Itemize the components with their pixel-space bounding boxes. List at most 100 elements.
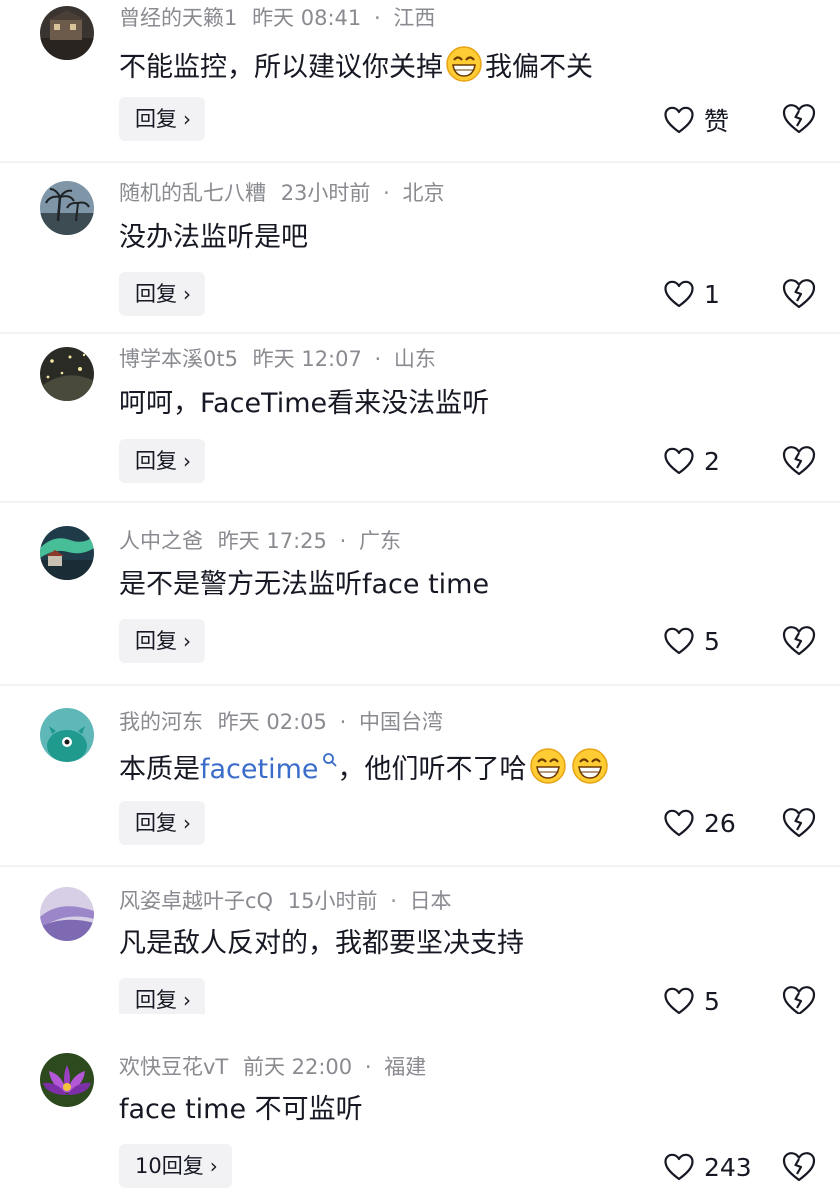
comment-text-part: 不能监控，所以建议你关掉 (119, 52, 443, 83)
username[interactable]: 曾经的天籁1 (119, 6, 237, 30)
comment-text-part: 没办法监听是吧 (119, 222, 308, 253)
night-house-avatar-icon (40, 6, 94, 60)
reply-button[interactable]: 回复 › (119, 272, 205, 316)
divider (0, 161, 840, 163)
comment-time: 昨天 12:07 (252, 347, 362, 371)
broken-heart-icon[interactable] (782, 985, 816, 1017)
comment-text: 呵呵，FaceTime看来没法监听 (119, 385, 489, 423)
username[interactable]: 人中之爸 (119, 529, 203, 553)
username[interactable]: 欢快豆花vT (119, 1055, 228, 1079)
palm-beach-avatar-icon (40, 181, 94, 235)
reply-button[interactable]: 回复 › (119, 619, 205, 663)
comment-time: 前天 22:00 (242, 1055, 353, 1079)
like-count: 1 (704, 279, 720, 309)
comment-text-part: 我偏不关 (485, 52, 593, 83)
meta-separator: · (339, 710, 347, 734)
comment-meta: 随机的乱七八糟 23小时前 · 北京 (119, 179, 444, 207)
comment-meta: 我的河东 昨天 02:05 · 中国台湾 (119, 708, 443, 736)
heart-icon (664, 1153, 694, 1181)
lotus-flower-avatar-icon (40, 1053, 94, 1107)
grin-emoji-icon (529, 748, 566, 784)
comment-text: 不能监控，所以建议你关掉 我偏不关 (119, 45, 593, 87)
like-count: 5 (704, 986, 720, 1016)
heart-icon (664, 447, 694, 475)
comment-text: 本质是facetime ，他们听不了哈 (119, 747, 611, 789)
comment-text: 是不是警方无法监听face time (119, 566, 489, 604)
broken-heart-icon[interactable] (782, 625, 816, 657)
avatar[interactable] (40, 526, 94, 580)
chevron-right-icon: › (183, 629, 191, 653)
username[interactable]: 博学本溪0t5 (119, 347, 238, 371)
like-button[interactable]: 5 (664, 621, 720, 661)
broken-heart-icon[interactable] (782, 278, 816, 310)
chevron-right-icon: › (183, 811, 191, 835)
aurora-avatar-icon (40, 526, 94, 580)
comment-text: 没办法监听是吧 (119, 219, 308, 257)
divider (0, 684, 840, 686)
comment-text: face time 不可监听 (119, 1091, 363, 1129)
chevron-right-icon: › (209, 1154, 218, 1178)
comment-time: 昨天 08:41 (252, 6, 362, 30)
broken-heart-icon[interactable] (782, 103, 816, 135)
like-button[interactable]: 243 (664, 1147, 752, 1187)
divider (0, 865, 840, 867)
comment-text: 凡是敌人反对的，我都要坚决支持 (119, 925, 524, 963)
avatar[interactable] (40, 708, 94, 762)
comment-meta: 博学本溪0t5 昨天 12:07 · 山东 (119, 345, 436, 373)
heart-icon (664, 627, 694, 655)
reply-label: 回复 (135, 107, 177, 131)
like-count: 243 (704, 1152, 752, 1182)
heart-icon (664, 809, 694, 837)
broken-heart-icon[interactable] (782, 807, 816, 839)
search-icon[interactable] (322, 752, 338, 768)
comment-location: 山东 (393, 347, 436, 371)
comment-meta: 欢快豆花vT 前天 22:00 · 福建 (119, 1053, 426, 1081)
broken-heart-icon[interactable] (782, 445, 816, 477)
like-button[interactable]: 1 (664, 274, 720, 314)
comment-time: 23小时前 (280, 181, 371, 205)
avatar[interactable] (40, 887, 94, 941)
comment-location: 北京 (402, 181, 445, 205)
comment-text-part: 呵呵，FaceTime看来没法监听 (119, 388, 490, 419)
avatar[interactable] (40, 6, 94, 60)
comment-time: 15小时前 (287, 889, 378, 913)
chevron-right-icon: › (183, 282, 191, 306)
like-button[interactable]: 赞 (664, 100, 729, 140)
avatar[interactable] (40, 181, 94, 235)
avatar[interactable] (40, 347, 94, 401)
like-button[interactable]: 26 (664, 803, 736, 843)
meta-separator: · (374, 347, 382, 371)
comment-meta: 曾经的天籁1 昨天 08:41 · 江西 (119, 4, 435, 32)
comment-text-part: 本质是 (119, 754, 200, 785)
screenshot-seam (0, 1014, 840, 1044)
heart-icon (664, 987, 694, 1015)
search-link[interactable]: facetime (200, 754, 319, 785)
reply-label: 回复 (135, 449, 177, 473)
reply-button[interactable]: 10回复 › (119, 1144, 232, 1188)
purple-wave-avatar-icon (40, 887, 94, 941)
reply-button[interactable]: 回复 › (119, 801, 205, 845)
like-count: 赞 (704, 107, 730, 136)
username[interactable]: 我的河东 (119, 710, 203, 734)
comment-location: 日本 (409, 889, 452, 913)
comment-location: 江西 (393, 6, 436, 30)
username[interactable]: 随机的乱七八糟 (119, 181, 266, 205)
comment-time: 昨天 02:05 (217, 710, 327, 734)
meta-separator: · (364, 1055, 372, 1079)
comment-text-part: ，他们听不了哈 (337, 754, 527, 785)
divider (0, 332, 840, 334)
like-count: 26 (704, 808, 736, 838)
broken-heart-icon[interactable] (782, 1151, 816, 1183)
reply-label: 10回复 (135, 1154, 204, 1178)
grin-emoji-icon (571, 748, 608, 784)
like-button[interactable]: 2 (664, 441, 720, 481)
meta-separator: · (390, 889, 397, 913)
comment-text-part: 凡是敌人反对的，我都要坚决支持 (119, 928, 524, 959)
username[interactable]: 风姿卓越叶子cQ (119, 889, 273, 913)
comment-meta: 人中之爸 昨天 17:25 · 广东 (119, 527, 401, 555)
reply-button[interactable]: 回复 › (119, 97, 205, 141)
avatar[interactable] (40, 1053, 94, 1107)
reply-button[interactable]: 回复 › (119, 439, 205, 483)
chevron-right-icon: › (183, 449, 191, 473)
firefly-avatar-icon (40, 347, 94, 401)
